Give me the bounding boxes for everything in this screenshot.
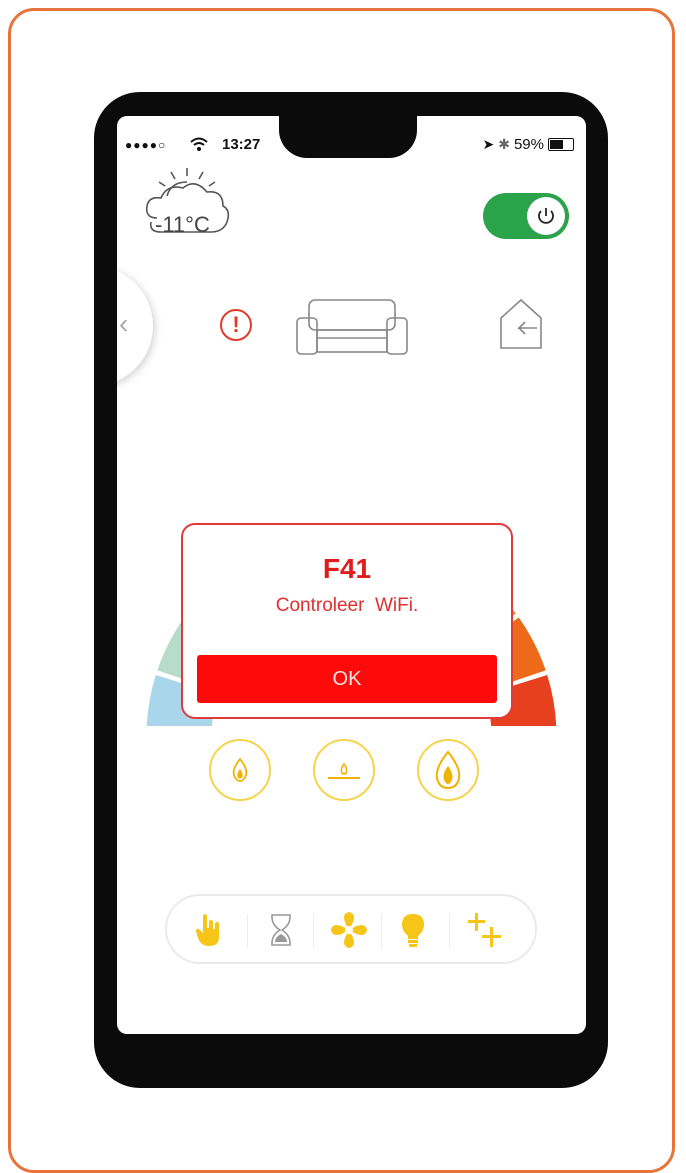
- light-button[interactable]: [389, 906, 437, 954]
- toolbar-divider: [381, 914, 382, 948]
- mode-toolbar: [165, 894, 537, 964]
- phone-notch: [279, 110, 417, 158]
- error-message: Controleer WiFi.: [275, 595, 419, 616]
- toolbar-divider: [247, 914, 248, 948]
- app-screen: ●●●●○ 13:27 ➤ ✱ 59% -11°C ‹ ! F41 Contro…: [117, 116, 586, 1034]
- toolbar-divider: [313, 914, 314, 948]
- error-code: F41: [322, 553, 372, 584]
- power-icon: [538, 208, 554, 224]
- signal-strength: ●●●●○: [125, 138, 167, 152]
- fan-icon: [331, 912, 367, 948]
- hand-icon: [196, 914, 219, 946]
- flame-high-button[interactable]: [417, 739, 479, 801]
- status-time: 13:27: [222, 136, 261, 153]
- manual-mode-button[interactable]: [185, 906, 233, 954]
- location-icon: ➤: [482, 136, 495, 152]
- alert-icon[interactable]: !: [220, 309, 252, 341]
- battery-percent: 59%: [513, 136, 544, 153]
- chevron-left-icon: ‹: [119, 308, 129, 339]
- flame-low-icon: [232, 757, 248, 782]
- timer-button[interactable]: [257, 906, 305, 954]
- power-toggle[interactable]: [483, 193, 569, 239]
- flame-low-button[interactable]: [209, 739, 271, 801]
- flame-pilot-button[interactable]: [313, 739, 375, 801]
- wifi-icon: [190, 137, 208, 151]
- error-dialog: F41 Controleer WiFi. OK: [181, 523, 513, 719]
- flame-pilot-icon: [328, 762, 360, 779]
- sofa-icon[interactable]: [295, 296, 409, 356]
- home-return-icon[interactable]: [497, 298, 545, 350]
- toolbar-divider: [449, 914, 450, 948]
- plus-plus-icon: [468, 913, 501, 947]
- battery-icon: [548, 138, 574, 151]
- bluetooth-icon: ✱: [498, 136, 510, 152]
- hourglass-icon: [271, 914, 291, 946]
- power-toggle-knob: [527, 197, 565, 235]
- battery-status: ➤ ✱ 59%: [482, 136, 574, 153]
- weather-temperature: -11°C: [155, 212, 210, 237]
- bulb-icon: [402, 914, 424, 947]
- ok-button[interactable]: OK: [197, 655, 497, 703]
- side-drawer-tab[interactable]: ‹: [117, 266, 153, 386]
- flame-high-icon: [435, 750, 461, 790]
- extra-functions-button[interactable]: [461, 906, 509, 954]
- fan-button[interactable]: [325, 906, 373, 954]
